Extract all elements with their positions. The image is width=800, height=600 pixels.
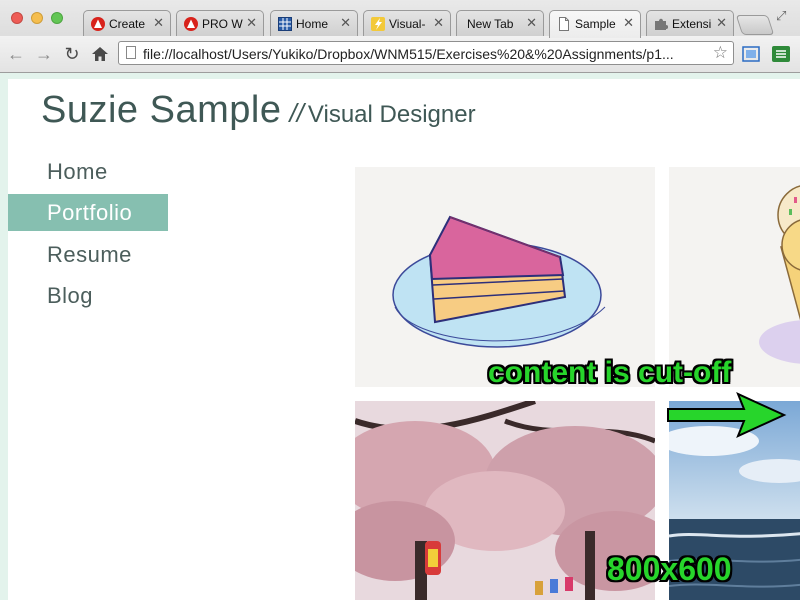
site-name: Suzie Sample [41,89,282,131]
yellow-lightning-icon [371,17,385,31]
home-icon[interactable] [90,44,110,67]
title-separator: // [289,98,304,128]
zoom-window-button[interactable] [51,12,63,24]
page-content: Suzie Sample//Visual Designer Home Portf… [8,79,800,600]
reload-icon[interactable]: ↻ [62,44,82,65]
site-header: Suzie Sample//Visual Designer [41,89,476,132]
red-warning-icon [91,17,105,31]
nav-item-portfolio[interactable]: Portfolio [8,194,168,231]
close-tab-icon[interactable]: ✕ [716,15,727,31]
tab-title: New Tab [467,17,514,31]
close-tab-icon[interactable]: ✕ [526,15,537,31]
new-tab-button[interactable] [735,15,775,35]
screen-capture-icon[interactable] [742,46,760,62]
fullscreen-icon[interactable]: ⤢ [776,8,790,23]
browser-toolbar: ← → ↻ file://localhost/Users/Yukiko/Drop… [0,36,800,72]
tab-visual[interactable]: Visual- ✕ [363,10,451,37]
tab-sample[interactable]: Sample ✕ [549,10,641,38]
tab-create[interactable]: Create ✕ [83,10,171,37]
tab-pro-wn[interactable]: PRO WN ✕ [176,10,264,37]
extension-menu-icon[interactable] [772,46,790,62]
close-tab-icon[interactable]: ✕ [340,15,351,31]
cake-slice-illustration [355,167,655,387]
tab-title: Extensi [672,17,712,31]
minimize-window-button[interactable] [31,12,43,24]
close-tab-icon[interactable]: ✕ [153,15,164,31]
address-bar-url[interactable]: file://localhost/Users/Yukiko/Dropbox/WN… [143,46,705,62]
blue-grid-icon [278,17,292,31]
back-arrow-icon[interactable]: ← [6,44,26,65]
tab-title: Create [109,17,146,31]
close-tab-icon[interactable]: ✕ [433,15,444,31]
page-icon [559,17,569,31]
close-window-button[interactable] [11,12,23,24]
page-viewport: Suzie Sample//Visual Designer Home Portf… [0,73,800,600]
nav-item-home[interactable]: Home [8,153,168,190]
browser-chrome: Create ✕ PRO WN ✕ Home ✕ Visual- ✕ New T… [0,0,800,73]
red-warning-icon [184,17,198,31]
tab-title: Visual- [389,17,426,31]
close-tab-icon[interactable]: ✕ [623,15,634,31]
tab-strip: Create ✕ PRO WN ✕ Home ✕ Visual- ✕ New T… [0,0,800,38]
tab-home[interactable]: Home ✕ [270,10,358,37]
bookmark-star-icon[interactable]: ☆ [713,43,728,63]
dimension-annotation: 800x600 [607,551,732,587]
tab-extensions[interactable]: Extensi ✕ [646,10,734,37]
site-role: Visual Designer [307,101,476,128]
forward-arrow-icon[interactable]: → [34,44,54,65]
puzzle-icon [655,18,668,30]
tab-title: Home [296,17,329,31]
portfolio-thumb-cake[interactable] [355,167,655,387]
nav-item-resume[interactable]: Resume [8,236,168,273]
tab-title: PRO WN [202,17,243,31]
page-icon [126,46,136,59]
address-bar[interactable]: file://localhost/Users/Yukiko/Dropbox/WN… [118,41,734,65]
close-tab-icon[interactable]: ✕ [246,15,257,31]
tab-title: Sample [575,17,616,31]
right-arrow-icon [667,392,787,438]
ice-cream-illustration [669,167,800,387]
portfolio-thumb-ice-cream[interactable] [669,167,800,387]
tab-new-tab[interactable]: New Tab ✕ [456,10,544,37]
cutoff-annotation: content is cut-off [488,356,732,389]
nav-item-blog[interactable]: Blog [8,277,168,314]
